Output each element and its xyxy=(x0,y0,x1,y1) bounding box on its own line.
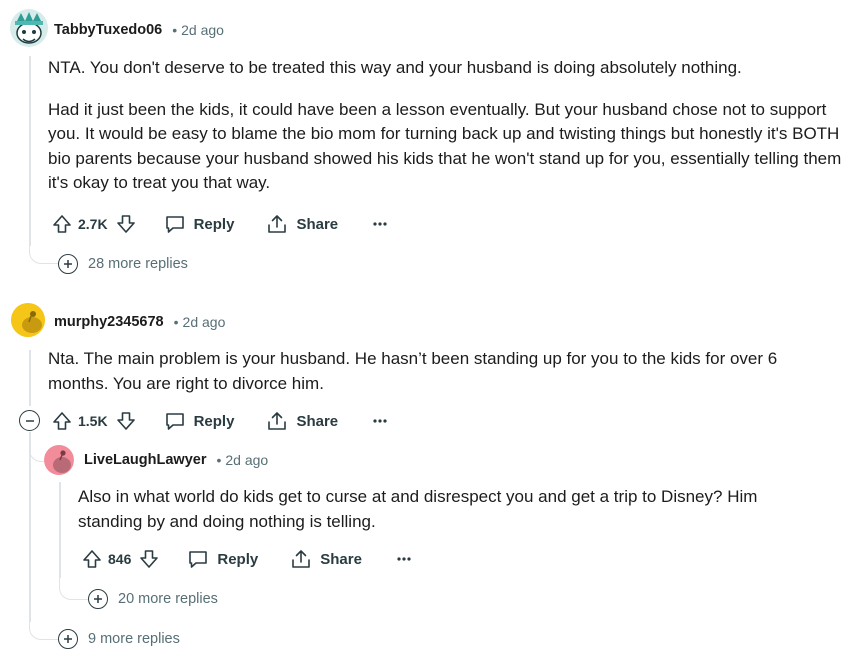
timestamp[interactable]: 2d ago xyxy=(225,452,268,468)
meta-separator: • xyxy=(216,452,222,468)
comment-paragraph: Also in what world do kids get to curse … xyxy=(78,487,758,531)
comment-actions: 2.7K Reply Share xyxy=(52,208,388,240)
downvote-button[interactable] xyxy=(139,549,159,569)
overflow-menu-button[interactable] xyxy=(396,556,412,562)
upvote-arrow-icon xyxy=(83,550,101,568)
share-upload-icon xyxy=(268,412,287,430)
downvote-button[interactable] xyxy=(116,214,136,234)
comment-body: Nta. The main problem is your husband. H… xyxy=(48,347,818,396)
share-label: Share xyxy=(296,215,339,233)
avatar[interactable] xyxy=(11,303,45,337)
thread-line-comment-2-lower[interactable] xyxy=(29,432,31,622)
snoo-avatar-icon xyxy=(44,445,74,475)
comment-header: LiveLaughLawyer • 2d ago xyxy=(84,452,268,468)
share-button[interactable]: Share xyxy=(266,214,338,234)
reply-label: Reply xyxy=(217,550,259,568)
snoo-avatar-icon xyxy=(10,9,48,47)
comment-bubble-icon xyxy=(165,216,184,233)
meta-separator: • xyxy=(173,314,179,330)
comment-paragraph: Had it just been the kids, it could have… xyxy=(48,99,842,193)
upvote-arrow-icon xyxy=(53,215,71,233)
share-upload-icon xyxy=(268,215,287,233)
thread-curve-comment-1 xyxy=(29,244,59,264)
snoo-avatar-icon xyxy=(11,303,45,337)
thread-curve-comment-3 xyxy=(59,578,89,600)
comment-body: NTA. You don't deserve to be treated thi… xyxy=(48,56,848,196)
comment-actions: 1.5K Reply Share xyxy=(52,405,388,437)
vote-count: 1.5K xyxy=(78,413,108,429)
downvote-arrow-icon xyxy=(140,550,159,568)
avatar[interactable] xyxy=(10,9,48,47)
comment-actions: 846 Reply Share xyxy=(82,543,412,575)
downvote-arrow-icon xyxy=(116,215,135,233)
plus-circle-icon xyxy=(88,589,108,609)
thread-line-comment-2[interactable] xyxy=(29,350,31,406)
reply-button[interactable]: Reply xyxy=(187,549,258,569)
timestamp[interactable]: 2d ago xyxy=(181,22,224,38)
ellipsis-icon xyxy=(373,222,387,226)
comment-bubble-icon xyxy=(189,551,208,568)
reply-button[interactable]: Reply xyxy=(164,214,235,234)
share-label: Share xyxy=(296,412,339,430)
more-replies-label: 9 more replies xyxy=(88,631,180,647)
comment-paragraph: NTA. You don't deserve to be treated thi… xyxy=(48,58,742,77)
comment-header: murphy2345678 • 2d ago xyxy=(54,314,225,330)
share-label: Share xyxy=(320,550,362,568)
vote-count: 846 xyxy=(108,551,132,567)
overflow-menu-button[interactable] xyxy=(372,418,388,424)
thread-line-comment-3[interactable] xyxy=(59,482,61,578)
more-replies-link[interactable]: 28 more replies xyxy=(58,254,188,274)
username[interactable]: murphy2345678 xyxy=(54,314,164,330)
ellipsis-icon xyxy=(397,557,411,561)
collapse-thread-button[interactable] xyxy=(19,410,40,431)
minus-circle-icon xyxy=(25,419,34,422)
downvote-arrow-icon xyxy=(116,412,135,430)
vote-count: 2.7K xyxy=(78,216,108,232)
reply-label: Reply xyxy=(193,215,235,233)
overflow-menu-button[interactable] xyxy=(372,221,388,227)
avatar[interactable] xyxy=(44,441,74,479)
thread-curve-comment-2-to-reply xyxy=(29,432,45,462)
reply-label: Reply xyxy=(193,412,235,430)
upvote-button[interactable] xyxy=(82,549,102,569)
more-replies-link[interactable]: 20 more replies xyxy=(88,589,218,609)
username[interactable]: LiveLaughLawyer xyxy=(84,452,206,468)
comment-paragraph: Nta. The main problem is your husband. H… xyxy=(48,349,778,393)
share-upload-icon xyxy=(292,550,311,568)
thread-line-comment-1[interactable] xyxy=(29,56,31,246)
comment-body: Also in what world do kids get to curse … xyxy=(78,485,818,534)
upvote-button[interactable] xyxy=(52,411,72,431)
upvote-arrow-icon xyxy=(53,412,71,430)
plus-circle-icon xyxy=(58,629,78,649)
ellipsis-icon xyxy=(373,419,387,423)
upvote-button[interactable] xyxy=(52,214,72,234)
more-replies-link[interactable]: 9 more replies xyxy=(58,629,180,649)
downvote-button[interactable] xyxy=(116,411,136,431)
meta-separator: • xyxy=(172,22,178,38)
more-replies-label: 28 more replies xyxy=(88,256,188,272)
timestamp[interactable]: 2d ago xyxy=(183,314,226,330)
username[interactable]: TabbyTuxedo06 xyxy=(54,22,162,38)
comment-bubble-icon xyxy=(165,413,184,430)
reply-button[interactable]: Reply xyxy=(164,411,235,431)
comment-header: TabbyTuxedo06 • 2d ago xyxy=(54,22,224,38)
plus-circle-icon xyxy=(58,254,78,274)
more-replies-label: 20 more replies xyxy=(118,591,218,607)
share-button[interactable]: Share xyxy=(266,411,338,431)
share-button[interactable]: Share xyxy=(290,549,362,569)
thread-curve-comment-2-more xyxy=(29,620,59,640)
